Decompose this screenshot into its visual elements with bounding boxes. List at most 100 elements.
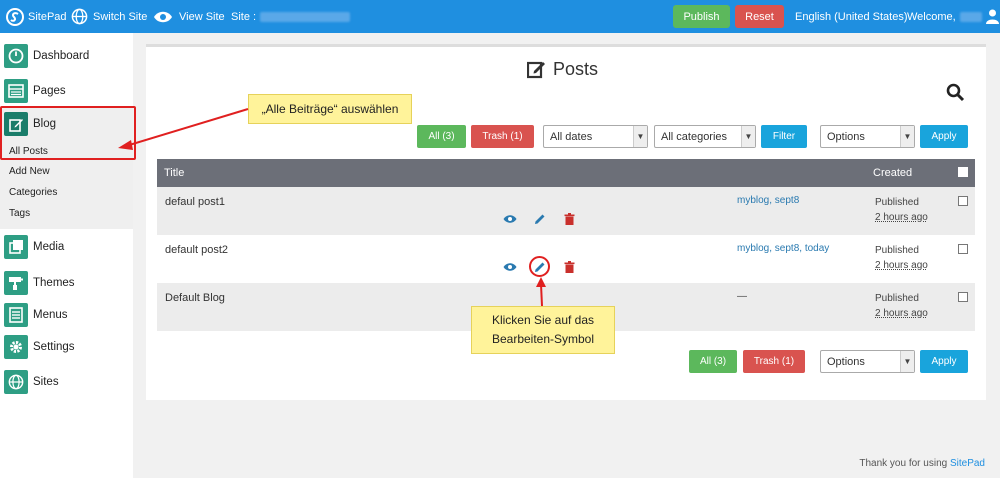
column-created: Created <box>873 167 913 179</box>
post-status: Published 2 hours ago <box>875 291 928 321</box>
media-icon <box>4 234 28 259</box>
trash-button-bottom[interactable]: Trash (1) <box>743 350 805 373</box>
themes-icon <box>4 270 28 295</box>
sidebar-item-label: Settings <box>33 340 75 353</box>
brand-label: SitePad <box>28 10 67 23</box>
bulk-options-select-bottom[interactable]: Options ▼ <box>820 350 915 373</box>
edit-pencil-icon[interactable] <box>533 212 547 226</box>
status-text: Published <box>875 245 919 256</box>
sidebar-item-media[interactable]: Media <box>0 230 133 263</box>
posts-table-header: Title Created <box>157 159 975 187</box>
post-categories[interactable]: myblog, sept8 <box>737 195 799 206</box>
highlight-circle <box>529 256 550 277</box>
globe-icon <box>71 8 88 25</box>
view-icon[interactable] <box>503 212 517 226</box>
site-indicator: Site : <box>231 0 351 33</box>
footer-link[interactable]: SitePad <box>950 458 985 469</box>
apply-button[interactable]: Apply <box>920 125 968 148</box>
column-title: Title <box>164 167 185 179</box>
sidebar-item-label: Dashboard <box>33 49 90 62</box>
post-status: Published 2 hours ago <box>875 195 928 225</box>
select-all-checkbox[interactable] <box>958 167 968 177</box>
chevron-down-icon: ▼ <box>741 126 755 147</box>
footer: Thank you for using SitePad <box>859 458 985 469</box>
post-status: Published 2 hours ago <box>875 243 928 273</box>
sidebar-item-label: Themes <box>33 276 75 289</box>
sidebar-item-label: Pages <box>33 84 66 97</box>
row-checkbox[interactable] <box>958 292 968 302</box>
row-checkbox[interactable] <box>958 244 968 254</box>
trash-icon[interactable] <box>562 260 576 274</box>
sidebar-subitem-tags[interactable]: Tags <box>9 208 30 219</box>
user-menu[interactable]: Welcome, <box>907 0 999 33</box>
search-icon[interactable] <box>946 83 965 102</box>
view-site-label: View Site <box>179 10 225 23</box>
categories-select-value: All categories <box>661 130 728 143</box>
publish-button[interactable]: Publish <box>673 5 730 28</box>
highlight-box <box>0 106 136 160</box>
post-title[interactable]: defaul post1 <box>165 196 225 208</box>
options-select-value: Options <box>827 355 865 368</box>
callout-text: „Alle Beiträge“ auswählen <box>261 101 399 116</box>
trash-button[interactable]: Trash (1) <box>471 125 534 148</box>
sidebar-item-label: Sites <box>33 375 59 388</box>
username-redacted <box>959 11 982 22</box>
chevron-down-icon: ▼ <box>633 126 647 147</box>
post-title[interactable]: default post2 <box>165 244 228 256</box>
view-icon[interactable] <box>503 260 517 274</box>
post-title[interactable]: Default Blog <box>165 292 225 304</box>
table-row: default post2 myblog, sept8, today Publi… <box>157 235 975 283</box>
post-categories: — <box>737 291 747 302</box>
sidebar-item-themes[interactable]: Themes <box>0 266 133 299</box>
apply-button-bottom[interactable]: Apply <box>920 350 968 373</box>
dates-select[interactable]: All dates ▼ <box>543 125 648 148</box>
all-posts-button-bottom[interactable]: All (3) <box>689 350 737 373</box>
callout-text: Bearbeiten-Symbol <box>491 332 595 346</box>
created-time: 2 hours ago <box>875 212 928 223</box>
settings-icon <box>4 334 28 359</box>
brand-link[interactable]: SitePad <box>6 0 67 33</box>
trash-icon[interactable] <box>562 212 576 226</box>
sidebar-item-menus[interactable]: Menus <box>0 298 133 331</box>
footer-text: Thank you for using <box>859 458 948 469</box>
language-select[interactable]: English (United States) <box>795 0 908 33</box>
created-time: 2 hours ago <box>875 308 928 319</box>
post-categories[interactable]: myblog, sept8, today <box>737 243 829 254</box>
edit-note-icon <box>527 61 545 79</box>
table-row: defaul post1 myblog, sept8 Published 2 h… <box>157 187 975 235</box>
sidebar-item-label: Menus <box>33 308 68 321</box>
sidebar-subitem-categories[interactable]: Categories <box>9 187 57 198</box>
sidebar: Dashboard Pages Blog All Posts Add New C… <box>0 33 133 478</box>
created-time: 2 hours ago <box>875 260 928 271</box>
dates-select-value: All dates <box>550 130 593 143</box>
sites-icon <box>4 369 28 394</box>
eye-icon <box>154 11 172 22</box>
sidebar-subitem-add-new[interactable]: Add New <box>9 166 50 177</box>
reset-button[interactable]: Reset <box>735 5 784 28</box>
all-posts-button[interactable]: All (3) <box>417 125 466 148</box>
callout-text: Klicken Sie auf das <box>491 313 595 327</box>
sidebar-item-label: Media <box>33 240 65 253</box>
site-name-redacted <box>260 11 351 22</box>
sidebar-item-dashboard[interactable]: Dashboard <box>0 39 133 72</box>
dashboard-icon <box>4 43 28 68</box>
switch-site-label: Switch Site <box>93 10 148 23</box>
bulk-options-select[interactable]: Options ▼ <box>820 125 915 148</box>
status-text: Published <box>875 197 919 208</box>
sidebar-item-settings[interactable]: Settings <box>0 330 133 363</box>
top-bar: SitePad Switch Site View Site Site : Pub… <box>0 0 1000 33</box>
sidebar-item-sites[interactable]: Sites <box>0 365 133 398</box>
view-site-link[interactable]: View Site <box>153 0 225 33</box>
page-title: Posts <box>527 58 598 80</box>
callout-select-all-posts: „Alle Beiträge“ auswählen <box>248 94 412 124</box>
switch-site-link[interactable]: Switch Site <box>71 0 147 33</box>
chevron-down-icon: ▼ <box>900 351 914 372</box>
categories-select[interactable]: All categories ▼ <box>654 125 756 148</box>
menus-icon <box>4 302 28 327</box>
sidebar-item-pages[interactable]: Pages <box>0 74 133 107</box>
filter-button[interactable]: Filter <box>761 125 807 148</box>
row-checkbox[interactable] <box>958 196 968 206</box>
sitepad-logo-icon <box>6 7 24 26</box>
user-icon <box>985 9 999 24</box>
pages-icon <box>4 78 28 103</box>
